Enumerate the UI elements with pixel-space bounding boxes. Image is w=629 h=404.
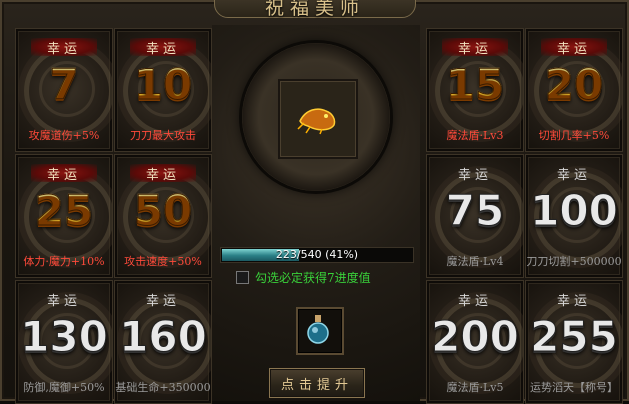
luck-badge: 幸运	[46, 293, 81, 309]
center-panel: 223/540 (41%) 勾选必定获得7进度值 点击提升	[212, 25, 420, 401]
window-title: 祝福美师	[264, 0, 365, 19]
luck-value: 160	[119, 312, 208, 361]
luck-value: 100	[530, 186, 619, 235]
luck-tile-100: 幸运 100 刀刀切割+500000	[525, 154, 623, 278]
luck-effect: 刀刀切割+500000	[526, 255, 622, 268]
luck-badge: 幸运	[556, 293, 591, 309]
luck-badge: 幸运	[31, 164, 97, 183]
luck-effect: 刀刀最大攻击	[130, 129, 196, 142]
weapon-slot[interactable]	[278, 79, 358, 159]
luck-effect: 体力·魔力+10%	[23, 255, 105, 268]
luck-value: 200	[431, 312, 520, 361]
luck-effect: 切割几率+5%	[538, 129, 610, 142]
guarantee-label: 勾选必定获得7进度值	[255, 271, 371, 285]
luck-effect: 防御,魔御+50%	[23, 381, 105, 394]
luck-effect: 魔法盾·Lv5	[446, 381, 504, 394]
luck-effect: 魔法盾·Lv3	[446, 129, 504, 142]
luck-badge: 幸运	[556, 167, 591, 183]
luck-badge: 幸运	[130, 164, 196, 183]
progress-text: 223/540 (41%)	[275, 248, 359, 261]
luck-badge: 幸运	[130, 38, 196, 57]
luck-badge: 幸运	[145, 293, 180, 309]
luck-badge: 幸运	[541, 38, 607, 57]
guarantee-checkbox[interactable]	[236, 271, 249, 284]
luck-badge: 幸运	[442, 38, 508, 57]
luck-value: 7	[16, 62, 112, 107]
luck-effect: 运势滔天【称号】	[530, 381, 618, 394]
luck-effect: 基础生命+350000	[115, 381, 211, 394]
luck-badge: 幸运	[457, 293, 492, 309]
luck-effect: 攻击速度+50%	[124, 255, 202, 268]
luck-tile-25: 幸运 25 体力·魔力+10%	[15, 154, 113, 278]
guarantee-option[interactable]: 勾选必定获得7进度值	[236, 269, 371, 286]
dragon-weapon-icon	[297, 108, 336, 135]
progress-bar: 223/540 (41%)	[220, 247, 414, 263]
luck-tile-160: 幸运 160 基础生命+350000	[114, 280, 212, 404]
luck-value: 25	[16, 188, 112, 233]
luck-tile-130: 幸运 130 防御,魔御+50%	[15, 280, 113, 404]
luck-badge: 幸运	[31, 38, 97, 57]
luck-effect: 攻魔道伤+5%	[28, 129, 100, 142]
potion-icon	[307, 315, 329, 344]
luck-badge: 幸运	[457, 167, 492, 183]
luck-value: 75	[445, 186, 505, 235]
luck-tile-7: 幸运 7 攻魔道伤+5%	[15, 28, 113, 152]
luck-tile-15: 幸运 15 魔法盾·Lv3	[426, 28, 524, 152]
luck-effect: 魔法盾·Lv4	[446, 255, 504, 268]
luck-tile-255: 幸运 255 运势滔天【称号】	[525, 280, 623, 404]
luck-tile-10: 幸运 10 刀刀最大攻击	[114, 28, 212, 152]
luck-tile-200: 幸运 200 魔法盾·Lv5	[426, 280, 524, 404]
luck-value: 255	[530, 312, 619, 361]
title-plate: 祝福美师	[214, 0, 416, 19]
upgrade-button[interactable]: 点击提升	[269, 368, 365, 398]
blessing-disc	[242, 43, 390, 191]
luck-value: 130	[20, 312, 109, 361]
luck-tile-20: 幸运 20 切割几率+5%	[525, 28, 623, 152]
luck-tile-50: 幸运 50 攻击速度+50%	[114, 154, 212, 278]
luck-value: 15	[427, 62, 523, 107]
luck-tile-75: 幸运 75 魔法盾·Lv4	[426, 154, 524, 278]
luck-value: 20	[526, 62, 622, 107]
material-slot[interactable]	[296, 307, 344, 355]
luck-value: 50	[115, 188, 211, 233]
luck-value: 10	[115, 62, 211, 107]
